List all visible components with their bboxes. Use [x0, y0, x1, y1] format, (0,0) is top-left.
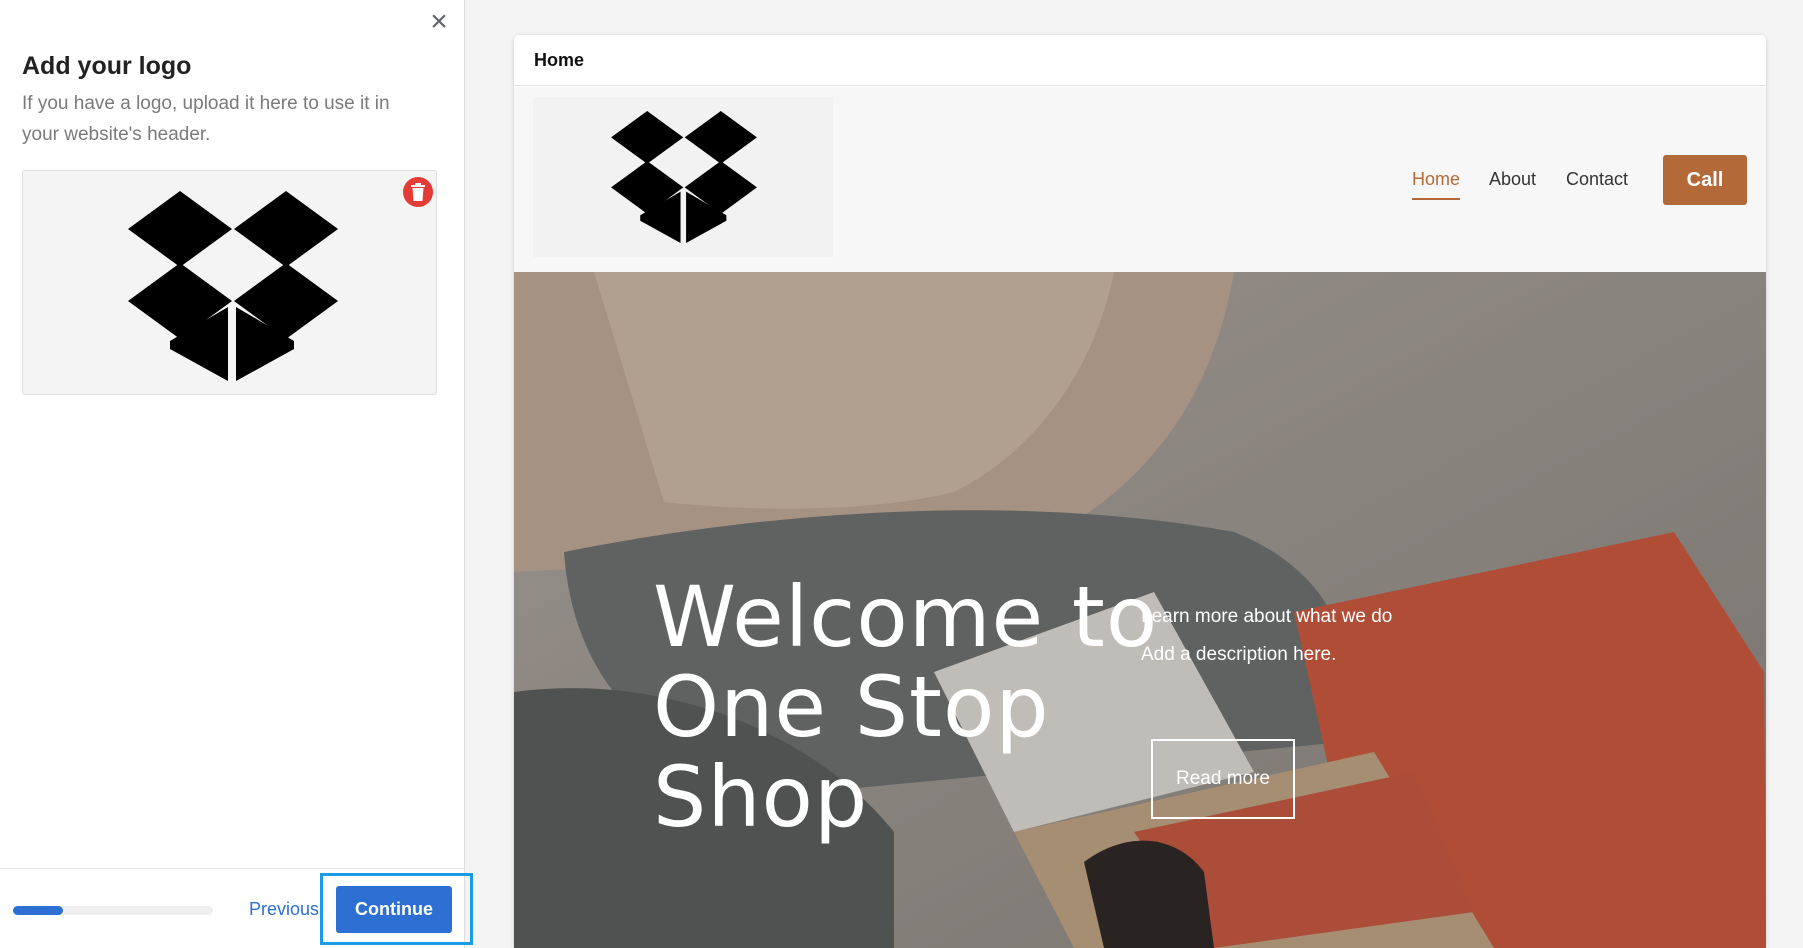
hero-section: Welcome to One Stop Shop Learn more abou…	[514, 272, 1766, 948]
panel-description: If you have a logo, upload it here to us…	[22, 93, 390, 145]
nav-home[interactable]: Home	[1412, 169, 1461, 200]
panel-title: Add your logo	[22, 52, 192, 80]
hero-title: Welcome to One Stop Shop	[653, 568, 1159, 846]
trash-icon	[411, 183, 425, 201]
hero-subtitle-2: Add a description here.	[1141, 644, 1337, 665]
previous-button[interactable]: Previous	[249, 899, 319, 920]
preview-page-tab: Home	[514, 35, 1766, 86]
read-more-button[interactable]: Read more	[1151, 739, 1295, 819]
close-icon[interactable]: ×	[426, 7, 452, 37]
hero-subtitle-1: Learn more about what we do	[1141, 606, 1393, 627]
logo-upload-preview[interactable]	[22, 170, 437, 395]
box-logo-icon	[128, 191, 338, 381]
delete-logo-button[interactable]	[403, 177, 433, 207]
progress-fill	[13, 906, 63, 915]
logo-setup-panel: × Add your logo If you have a logo, uplo…	[0, 0, 473, 948]
site-logo[interactable]	[533, 97, 833, 257]
continue-highlight: Continue	[320, 873, 473, 945]
website-preview: Home Home About Contact Call Welcome to …	[514, 35, 1766, 948]
call-button[interactable]: Call	[1663, 155, 1747, 205]
nav-contact[interactable]: Contact	[1566, 169, 1628, 190]
nav-about[interactable]: About	[1489, 169, 1536, 190]
box-logo-icon	[611, 111, 757, 243]
site-header: Home About Contact Call	[514, 87, 1766, 272]
continue-button[interactable]: Continue	[336, 886, 452, 933]
panel-footer: Previous Continue	[0, 868, 473, 948]
progress-bar	[13, 906, 213, 915]
